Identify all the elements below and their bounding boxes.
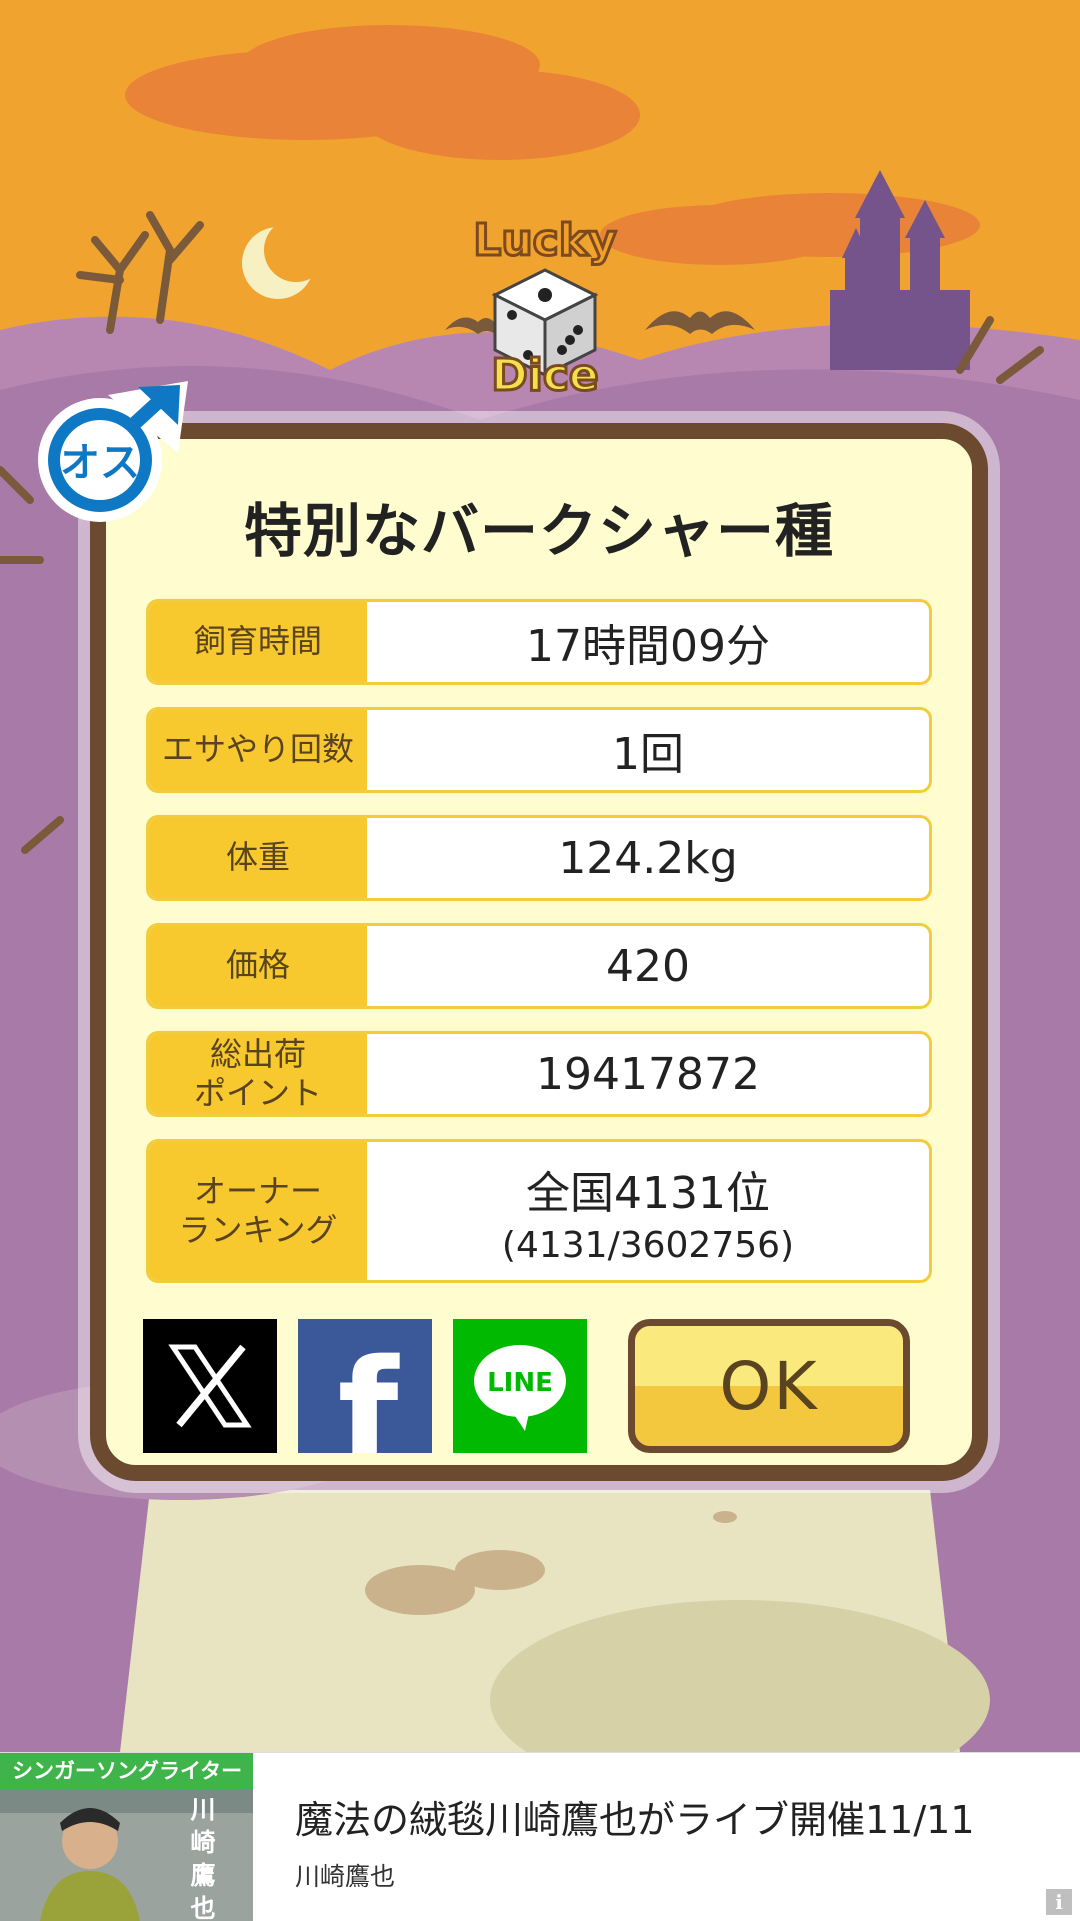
stat-row-total-points: 総出荷 ポイント 19417872: [146, 1031, 932, 1117]
ad-subtitle: 川崎鷹也: [295, 1862, 396, 1891]
stat-value: 全国4131位 (4131/3602756): [501, 1167, 795, 1266]
svg-text:オス: オス: [60, 440, 140, 486]
stat-value: 1回: [612, 729, 684, 780]
stat-value: 17時間09分: [526, 621, 770, 672]
stat-row-owner-ranking: オーナー ランキング 全国4131位 (4131/3602756): [146, 1139, 932, 1283]
ad-title[interactable]: 魔法の絨毯川崎鷹也がライブ開催11/11: [295, 1789, 975, 1844]
stat-label: 総出荷 ポイント: [149, 1034, 367, 1114]
ad-info-icon[interactable]: i: [1046, 1889, 1072, 1915]
ranking-detail: (4131/3602756): [501, 1224, 795, 1266]
logo-bottom-text: Dice: [491, 350, 599, 400]
share-x-button[interactable]: [143, 1319, 277, 1453]
stat-row-price: 価格 420: [146, 923, 932, 1009]
line-logo-icon: LINE: [453, 1319, 587, 1453]
male-gender-icon: オス: [38, 381, 188, 522]
stat-value: 420: [606, 940, 690, 992]
lucky-dice-logo: Lucky Dice: [472, 214, 618, 401]
facebook-logo-icon: f: [298, 1319, 432, 1453]
share-facebook-button[interactable]: f: [298, 1319, 432, 1453]
svg-text:f: f: [338, 1330, 401, 1453]
ad-vertical-name: 川崎鷹也: [190, 1795, 216, 1921]
stat-label: 体重: [149, 818, 367, 898]
stat-value: 19417872: [536, 1048, 760, 1100]
stat-row-breeding-time: 飼育時間 17時間09分: [146, 599, 932, 685]
card-title: 特別なバークシャー種: [243, 497, 834, 565]
svg-text:LINE: LINE: [487, 1368, 553, 1398]
stat-row-feeding-count: エサやり回数 1回: [146, 707, 932, 793]
logo-top-text: Lucky: [473, 215, 616, 266]
ad-banner[interactable]: シンガーソングライター 川崎鷹也 魔法の絨毯川崎鷹也がライブ開催11/11 川崎…: [0, 1752, 1080, 1921]
ad-tag: シンガーソングライター: [0, 1753, 253, 1789]
ad-thumbnail: シンガーソングライター 川崎鷹也: [0, 1753, 253, 1921]
stat-label: オーナー ランキング: [149, 1142, 367, 1280]
share-line-button[interactable]: LINE: [453, 1319, 587, 1453]
stat-label: エサやり回数: [149, 710, 367, 790]
pig-result-card: 特別なバークシャー種 飼育時間 17時間09分 エサやり回数 1回 体重 124…: [90, 423, 988, 1481]
stat-label: 飼育時間: [149, 602, 367, 682]
stat-value: 124.2kg: [558, 832, 738, 884]
x-logo-icon: [143, 1319, 277, 1453]
stat-label: 価格: [149, 926, 367, 1006]
ok-button[interactable]: OK: [628, 1319, 910, 1453]
stat-row-weight: 体重 124.2kg: [146, 815, 932, 901]
